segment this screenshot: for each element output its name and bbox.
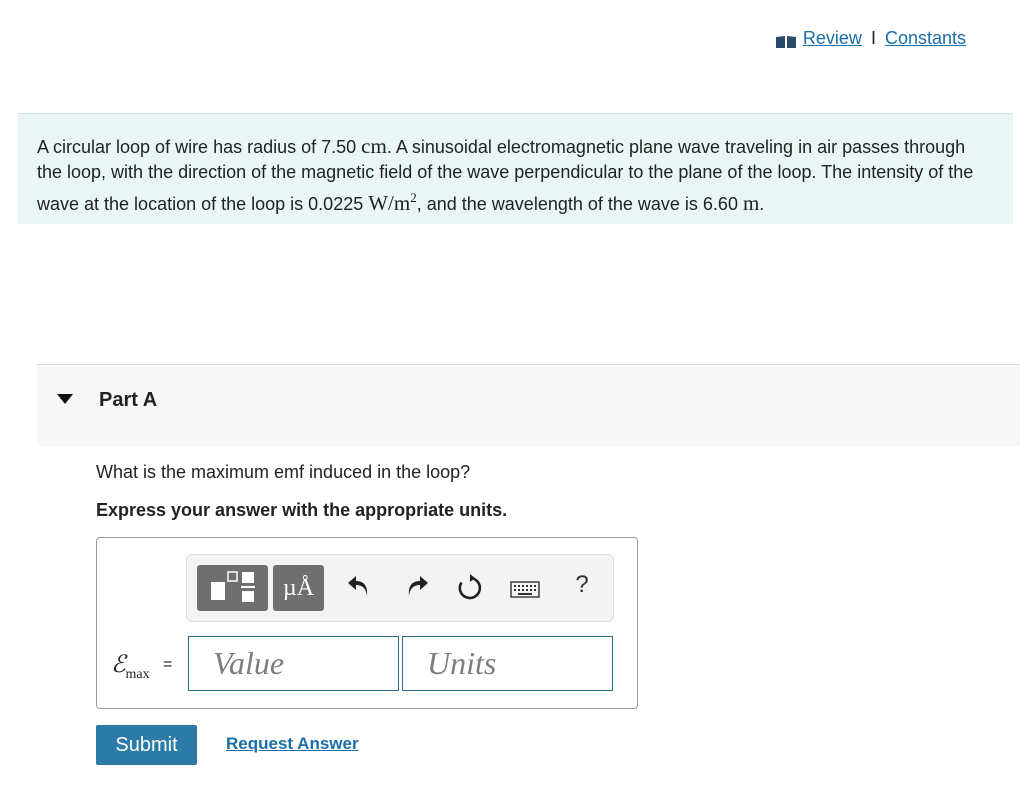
math-toolbar: µÅ ? — [186, 554, 614, 622]
problem-statement: A circular loop of wire has radius of 7.… — [18, 113, 1013, 224]
redo-button[interactable] — [401, 573, 431, 603]
templates-button[interactable] — [197, 565, 268, 611]
book-icon — [775, 33, 797, 48]
part-a-header[interactable]: Part A — [37, 364, 1020, 446]
problem-text-4: . — [759, 194, 765, 214]
redo-icon — [408, 576, 428, 596]
keyboard-icon — [510, 581, 540, 598]
caret-down-icon[interactable] — [57, 393, 73, 405]
review-link[interactable]: Review — [803, 28, 862, 49]
reset-icon — [458, 574, 482, 600]
emf-symbol: ℰ — [111, 652, 126, 678]
problem-text-1: A circular loop of wire has radius of 7.… — [37, 137, 362, 157]
part-title: Part A — [99, 389, 158, 411]
answer-box: µÅ ? ℰmax = Value Units — [96, 537, 638, 709]
problem-unit-m: m — [742, 191, 760, 215]
problem-unit-intensity: W/m2 — [368, 190, 417, 215]
equals-sign: = — [163, 656, 173, 673]
emf-subscript: max — [125, 666, 150, 682]
emf-max-label: ℰmax — [111, 650, 150, 683]
help-icon: ? — [575, 571, 589, 598]
reset-button[interactable] — [455, 573, 485, 603]
undo-button[interactable] — [345, 573, 375, 603]
question-text: What is the maximum emf induced in the l… — [96, 462, 471, 482]
header-links: Review I Constants — [775, 28, 966, 49]
submit-button[interactable]: Submit — [96, 725, 197, 765]
intensity-unit-base: W/m — [368, 191, 411, 215]
units-icon: µÅ — [282, 575, 315, 601]
value-input[interactable]: Value — [188, 636, 399, 691]
instruction-text: Express your answer with the appropriate… — [96, 500, 508, 520]
link-separator: I — [870, 28, 876, 48]
templates-icon — [211, 571, 255, 602]
keyboard-button[interactable] — [509, 577, 541, 601]
problem-unit-cm: cm — [361, 134, 387, 158]
undo-icon — [348, 576, 368, 596]
problem-text-3: , and the wavelength of the wave is 6.60 — [416, 194, 743, 214]
units-input[interactable]: Units — [402, 636, 613, 691]
help-button[interactable]: ? — [570, 571, 594, 605]
constants-link[interactable]: Constants — [885, 28, 966, 49]
units-button[interactable]: µÅ — [273, 565, 324, 611]
request-answer-link[interactable]: Request Answer — [226, 734, 359, 754]
